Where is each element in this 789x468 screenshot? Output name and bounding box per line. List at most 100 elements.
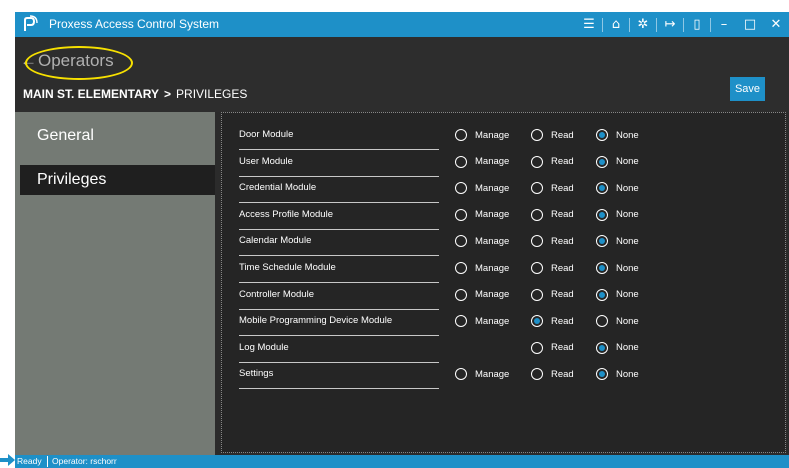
maximize-icon[interactable]: □ bbox=[737, 12, 763, 37]
radio-button[interactable] bbox=[596, 155, 608, 168]
none-label: None bbox=[616, 368, 639, 380]
manage-radio-option[interactable]: Manage bbox=[455, 182, 510, 195]
breadcrumb: MAIN ST. ELEMENTARY > PRIVILEGES bbox=[23, 87, 247, 101]
privilege-row: Mobile Programming Device Module Manage Re… bbox=[222, 312, 782, 338]
manage-radio-option[interactable]: Manage bbox=[455, 262, 509, 274]
none-radio-option[interactable]: None bbox=[596, 288, 639, 301]
radio-button[interactable] bbox=[455, 315, 467, 328]
radio-button[interactable] bbox=[531, 315, 543, 328]
manage-radio-option[interactable]: Manage bbox=[455, 368, 509, 381]
read-label: Read bbox=[551, 368, 574, 380]
minimize-icon[interactable]: – bbox=[711, 12, 737, 37]
page-header: ←Operators MAIN ST. ELEMENTARY > PRIVILEGE… bbox=[15, 37, 789, 112]
title-bar: Proxess Access Control System ☰ ⌂ ✲ ↦ ▯ … bbox=[15, 12, 789, 37]
read-label: Read bbox=[551, 235, 574, 247]
none-radio-option[interactable]: None bbox=[596, 129, 639, 141]
read-label: Read bbox=[551, 156, 574, 168]
module-name: Controller Module bbox=[239, 289, 439, 310]
radio-button[interactable] bbox=[455, 208, 467, 221]
menu-icon[interactable]: ☰ bbox=[576, 12, 602, 37]
radio-button[interactable] bbox=[596, 182, 608, 195]
status-bar: Ready Operator: rschorr bbox=[15, 455, 789, 468]
radio-button[interactable] bbox=[596, 129, 608, 141]
privilege-row: Calendar Module Manage Read None bbox=[222, 232, 782, 258]
radio-button[interactable] bbox=[596, 235, 608, 248]
radio-button[interactable] bbox=[531, 262, 543, 274]
radio-button[interactable] bbox=[531, 182, 543, 195]
none-radio-option[interactable]: None bbox=[596, 341, 639, 354]
radio-button[interactable] bbox=[531, 129, 543, 141]
read-radio-option[interactable]: Read bbox=[531, 341, 574, 354]
none-radio-option[interactable]: None bbox=[596, 182, 639, 195]
manage-radio-option[interactable]: Manage bbox=[455, 129, 509, 141]
highlight-oval bbox=[25, 46, 133, 80]
none-radio-option[interactable]: None bbox=[596, 315, 639, 328]
close-icon[interactable]: ✕ bbox=[763, 12, 789, 37]
radio-button[interactable] bbox=[455, 129, 467, 141]
breadcrumb-root: MAIN ST. ELEMENTARY bbox=[23, 87, 160, 101]
manage-radio-option[interactable]: Manage bbox=[455, 235, 509, 248]
app-logo-icon bbox=[24, 15, 38, 31]
radio-button[interactable] bbox=[455, 368, 467, 381]
radio-button[interactable] bbox=[531, 155, 543, 168]
radio-button[interactable] bbox=[596, 315, 608, 328]
read-radio-option[interactable]: Read bbox=[531, 208, 574, 221]
radio-button[interactable] bbox=[531, 208, 543, 221]
none-radio-option[interactable]: None bbox=[596, 262, 639, 274]
none-label: None bbox=[616, 315, 639, 327]
settings-icon[interactable]: ✲ bbox=[630, 12, 656, 37]
manage-label: Manage bbox=[475, 129, 510, 141]
none-label: None bbox=[616, 262, 639, 274]
module-name: Access Profile Module bbox=[239, 209, 439, 230]
read-radio-option[interactable]: Read bbox=[531, 129, 574, 141]
privilege-row: Credential Module Manage Read None bbox=[222, 179, 782, 205]
status-operator: Operator: rschorr bbox=[52, 456, 117, 466]
read-radio-option[interactable]: Read bbox=[531, 368, 574, 381]
radio-button[interactable] bbox=[455, 235, 467, 248]
read-radio-option[interactable]: Read bbox=[531, 288, 574, 301]
manage-label: Manage bbox=[475, 289, 510, 301]
manage-label: Manage bbox=[475, 182, 510, 194]
radio-button[interactable] bbox=[596, 262, 608, 274]
radio-button[interactable] bbox=[596, 368, 608, 381]
sidebar-item-privileges[interactable]: Privileges bbox=[20, 165, 215, 195]
manage-radio-option[interactable]: Manage bbox=[455, 288, 510, 301]
manage-radio-option[interactable]: Manage bbox=[455, 208, 509, 221]
manage-radio-option[interactable]: Manage bbox=[455, 315, 509, 328]
logout-icon[interactable]: ↦ bbox=[657, 12, 683, 37]
module-name: Settings bbox=[239, 368, 439, 390]
read-label: Read bbox=[551, 129, 574, 141]
radio-button[interactable] bbox=[531, 368, 543, 381]
read-radio-option[interactable]: Read bbox=[531, 315, 574, 328]
read-radio-option[interactable]: Read bbox=[531, 235, 574, 248]
radio-button[interactable] bbox=[531, 341, 543, 354]
none-radio-option[interactable]: None bbox=[596, 235, 639, 248]
read-radio-option[interactable]: Read bbox=[531, 155, 574, 168]
sidebar-item-general[interactable]: General bbox=[20, 121, 215, 151]
read-label: Read bbox=[551, 342, 574, 354]
read-radio-option[interactable]: Read bbox=[531, 262, 574, 274]
card-icon[interactable]: ▯ bbox=[684, 12, 710, 37]
none-label: None bbox=[616, 289, 639, 301]
radio-button[interactable] bbox=[455, 182, 467, 195]
radio-button[interactable] bbox=[455, 262, 467, 274]
radio-button[interactable] bbox=[596, 208, 608, 221]
read-radio-option[interactable]: Read bbox=[531, 182, 574, 195]
radio-button[interactable] bbox=[531, 235, 543, 248]
none-radio-option[interactable]: None bbox=[596, 368, 639, 381]
privilege-row: User Module Manage Read None bbox=[222, 153, 782, 179]
save-button[interactable]: Save bbox=[730, 77, 765, 101]
home-icon[interactable]: ⌂ bbox=[603, 12, 629, 37]
none-radio-option[interactable]: None bbox=[596, 155, 639, 168]
manage-label: Manage bbox=[475, 156, 510, 168]
app-window: Proxess Access Control System ☰ ⌂ ✲ ↦ ▯ … bbox=[15, 12, 789, 455]
none-radio-option[interactable]: None bbox=[596, 208, 639, 221]
radio-button[interactable] bbox=[596, 288, 608, 301]
radio-button[interactable] bbox=[455, 288, 467, 301]
radio-button[interactable] bbox=[455, 155, 467, 168]
read-label: Read bbox=[551, 315, 574, 327]
manage-radio-option[interactable]: Manage bbox=[455, 155, 510, 168]
radio-button[interactable] bbox=[596, 341, 608, 354]
radio-button[interactable] bbox=[531, 288, 543, 301]
read-label: Read bbox=[551, 289, 574, 301]
